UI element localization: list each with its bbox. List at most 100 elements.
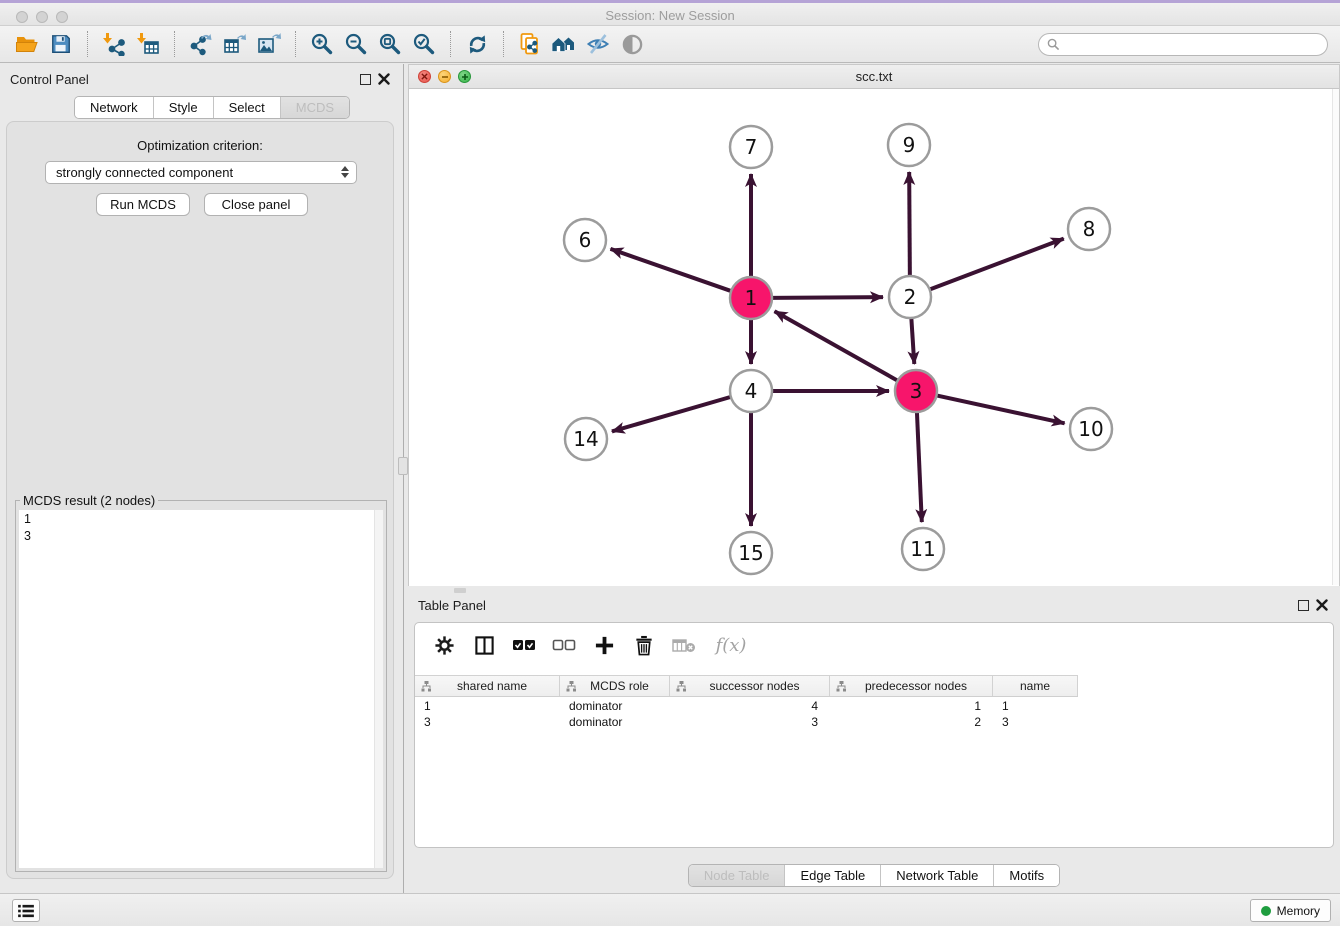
svg-text:15: 15	[738, 541, 763, 565]
network-scrollbar[interactable]	[1332, 89, 1339, 585]
graph-node-7[interactable]: 7	[730, 126, 772, 168]
tab-select[interactable]: Select	[213, 97, 280, 118]
cell-successor-nodes[interactable]: 3	[670, 714, 830, 730]
horizontal-splitter-handle[interactable]	[454, 588, 466, 593]
search-input[interactable]	[1065, 38, 1327, 52]
refresh-icon[interactable]	[460, 29, 494, 59]
graph-node-2[interactable]: 2	[889, 276, 931, 318]
graph-node-15[interactable]: 15	[730, 532, 772, 574]
graph-edge-1-6[interactable]	[610, 249, 731, 291]
mcds-result-title: MCDS result (2 nodes)	[20, 493, 158, 508]
graph-node-9[interactable]: 9	[888, 124, 930, 166]
network-canvas[interactable]: 1 2 3 4 6 7 8 9 10 11 14 15	[409, 89, 1339, 586]
zoom-fit-icon[interactable]	[373, 29, 407, 59]
save-icon[interactable]	[44, 29, 78, 59]
zoom-out-icon[interactable]	[339, 29, 373, 59]
clone-network-icon[interactable]	[513, 29, 547, 59]
graph-edge-3-11[interactable]	[917, 412, 922, 522]
graph-node-6[interactable]: 6	[564, 219, 606, 261]
show-all-icon[interactable]	[615, 29, 649, 59]
toolbar-separator	[87, 31, 88, 57]
memory-button[interactable]: Memory	[1250, 899, 1331, 922]
clear-table-icon[interactable]	[669, 632, 699, 658]
close-panel-icon[interactable]	[378, 73, 390, 85]
column-header-predecessor-nodes[interactable]: predecessor nodes	[830, 676, 993, 696]
graph-edge-2-3[interactable]	[911, 318, 914, 364]
toggle-columns-icon[interactable]	[469, 632, 499, 658]
svg-text:7: 7	[745, 135, 758, 159]
graph-node-1[interactable]: 1	[730, 277, 772, 319]
zoom-selected-icon[interactable]	[407, 29, 441, 59]
tab-motifs[interactable]: Motifs	[993, 865, 1059, 886]
table-row[interactable]: 3dominator323	[415, 714, 1333, 730]
cell-predecessor-nodes[interactable]: 1	[830, 698, 993, 714]
cell-successor-nodes[interactable]: 4	[670, 698, 830, 714]
vertical-splitter[interactable]	[403, 64, 404, 893]
splitter-handle[interactable]	[398, 457, 408, 475]
mcds-result-textarea[interactable]: 1 3	[19, 510, 383, 868]
cell-predecessor-nodes[interactable]: 2	[830, 714, 993, 730]
open-icon[interactable]	[10, 29, 44, 59]
result-scrollbar[interactable]	[374, 510, 383, 868]
table-header-row: shared nameMCDS rolesuccessor nodesprede…	[415, 675, 1078, 697]
column-header-MCDS-role[interactable]: MCDS role	[560, 676, 670, 696]
hide-selected-icon[interactable]	[581, 29, 615, 59]
float-table-panel-icon[interactable]	[1298, 600, 1309, 611]
function-builder-icon[interactable]: f(x)	[709, 632, 753, 658]
first-neighbors-icon[interactable]	[547, 29, 581, 59]
cell-MCDS-role[interactable]: dominator	[560, 714, 670, 730]
graph-edge-1-2[interactable]	[772, 297, 883, 298]
table-toolbar: f(x)	[415, 623, 1333, 667]
network-window-titlebar[interactable]: scc.txt	[409, 65, 1339, 89]
graph-node-14[interactable]: 14	[565, 418, 607, 460]
graph-node-10[interactable]: 10	[1070, 408, 1112, 450]
import-table-icon[interactable]	[131, 29, 165, 59]
tab-network[interactable]: Network	[75, 97, 153, 118]
export-network-icon[interactable]	[184, 29, 218, 59]
graph-node-8[interactable]: 8	[1068, 208, 1110, 250]
run-mcds-button[interactable]: Run MCDS	[96, 193, 190, 216]
export-image-icon[interactable]	[252, 29, 286, 59]
svg-text:3: 3	[910, 379, 923, 403]
graph-node-11[interactable]: 11	[902, 528, 944, 570]
zoom-in-icon[interactable]	[305, 29, 339, 59]
tab-network-table[interactable]: Network Table	[880, 865, 993, 886]
delete-rows-icon[interactable]	[629, 632, 659, 658]
search-field[interactable]	[1038, 33, 1328, 56]
column-header-shared-name[interactable]: shared name	[415, 676, 560, 696]
tab-node-table[interactable]: Node Table	[689, 865, 785, 886]
add-row-icon[interactable]	[589, 632, 619, 658]
close-panel-button[interactable]: Close panel	[204, 193, 308, 216]
tab-mcds[interactable]: MCDS	[280, 97, 349, 118]
column-header-successor-nodes[interactable]: successor nodes	[670, 676, 830, 696]
graph-edge-4-14[interactable]	[612, 397, 731, 432]
select-stepper-icon	[341, 166, 349, 178]
criterion-select[interactable]: strongly connected component	[45, 161, 357, 184]
graph-edge-3-10[interactable]	[937, 395, 1065, 423]
svg-text:14: 14	[573, 427, 598, 451]
svg-text:2: 2	[904, 285, 917, 309]
graph-edge-3-1[interactable]	[775, 311, 898, 380]
cell-name[interactable]: 3	[993, 714, 1078, 730]
graph-edge-2-9[interactable]	[909, 172, 910, 276]
import-network-icon[interactable]	[97, 29, 131, 59]
cell-shared-name[interactable]: 3	[415, 714, 560, 730]
cell-shared-name[interactable]: 1	[415, 698, 560, 714]
cell-MCDS-role[interactable]: dominator	[560, 698, 670, 714]
export-table-icon[interactable]	[218, 29, 252, 59]
cell-name[interactable]: 1	[993, 698, 1078, 714]
close-table-panel-icon[interactable]	[1316, 599, 1328, 611]
graph-edge-2-8[interactable]	[930, 239, 1064, 290]
unselect-all-icon[interactable]	[549, 632, 579, 658]
control-panel-tabbar: NetworkStyleSelectMCDS	[74, 96, 350, 119]
column-header-name[interactable]: name	[993, 676, 1078, 696]
float-panel-icon[interactable]	[360, 74, 371, 85]
task-history-button[interactable]	[12, 899, 40, 922]
graph-node-4[interactable]: 4	[730, 370, 772, 412]
tab-style[interactable]: Style	[153, 97, 213, 118]
graph-node-3[interactable]: 3	[895, 370, 937, 412]
tab-edge-table[interactable]: Edge Table	[784, 865, 880, 886]
settings-gear-icon[interactable]	[429, 632, 459, 658]
select-all-icon[interactable]	[509, 632, 539, 658]
table-row[interactable]: 1dominator411	[415, 698, 1333, 714]
